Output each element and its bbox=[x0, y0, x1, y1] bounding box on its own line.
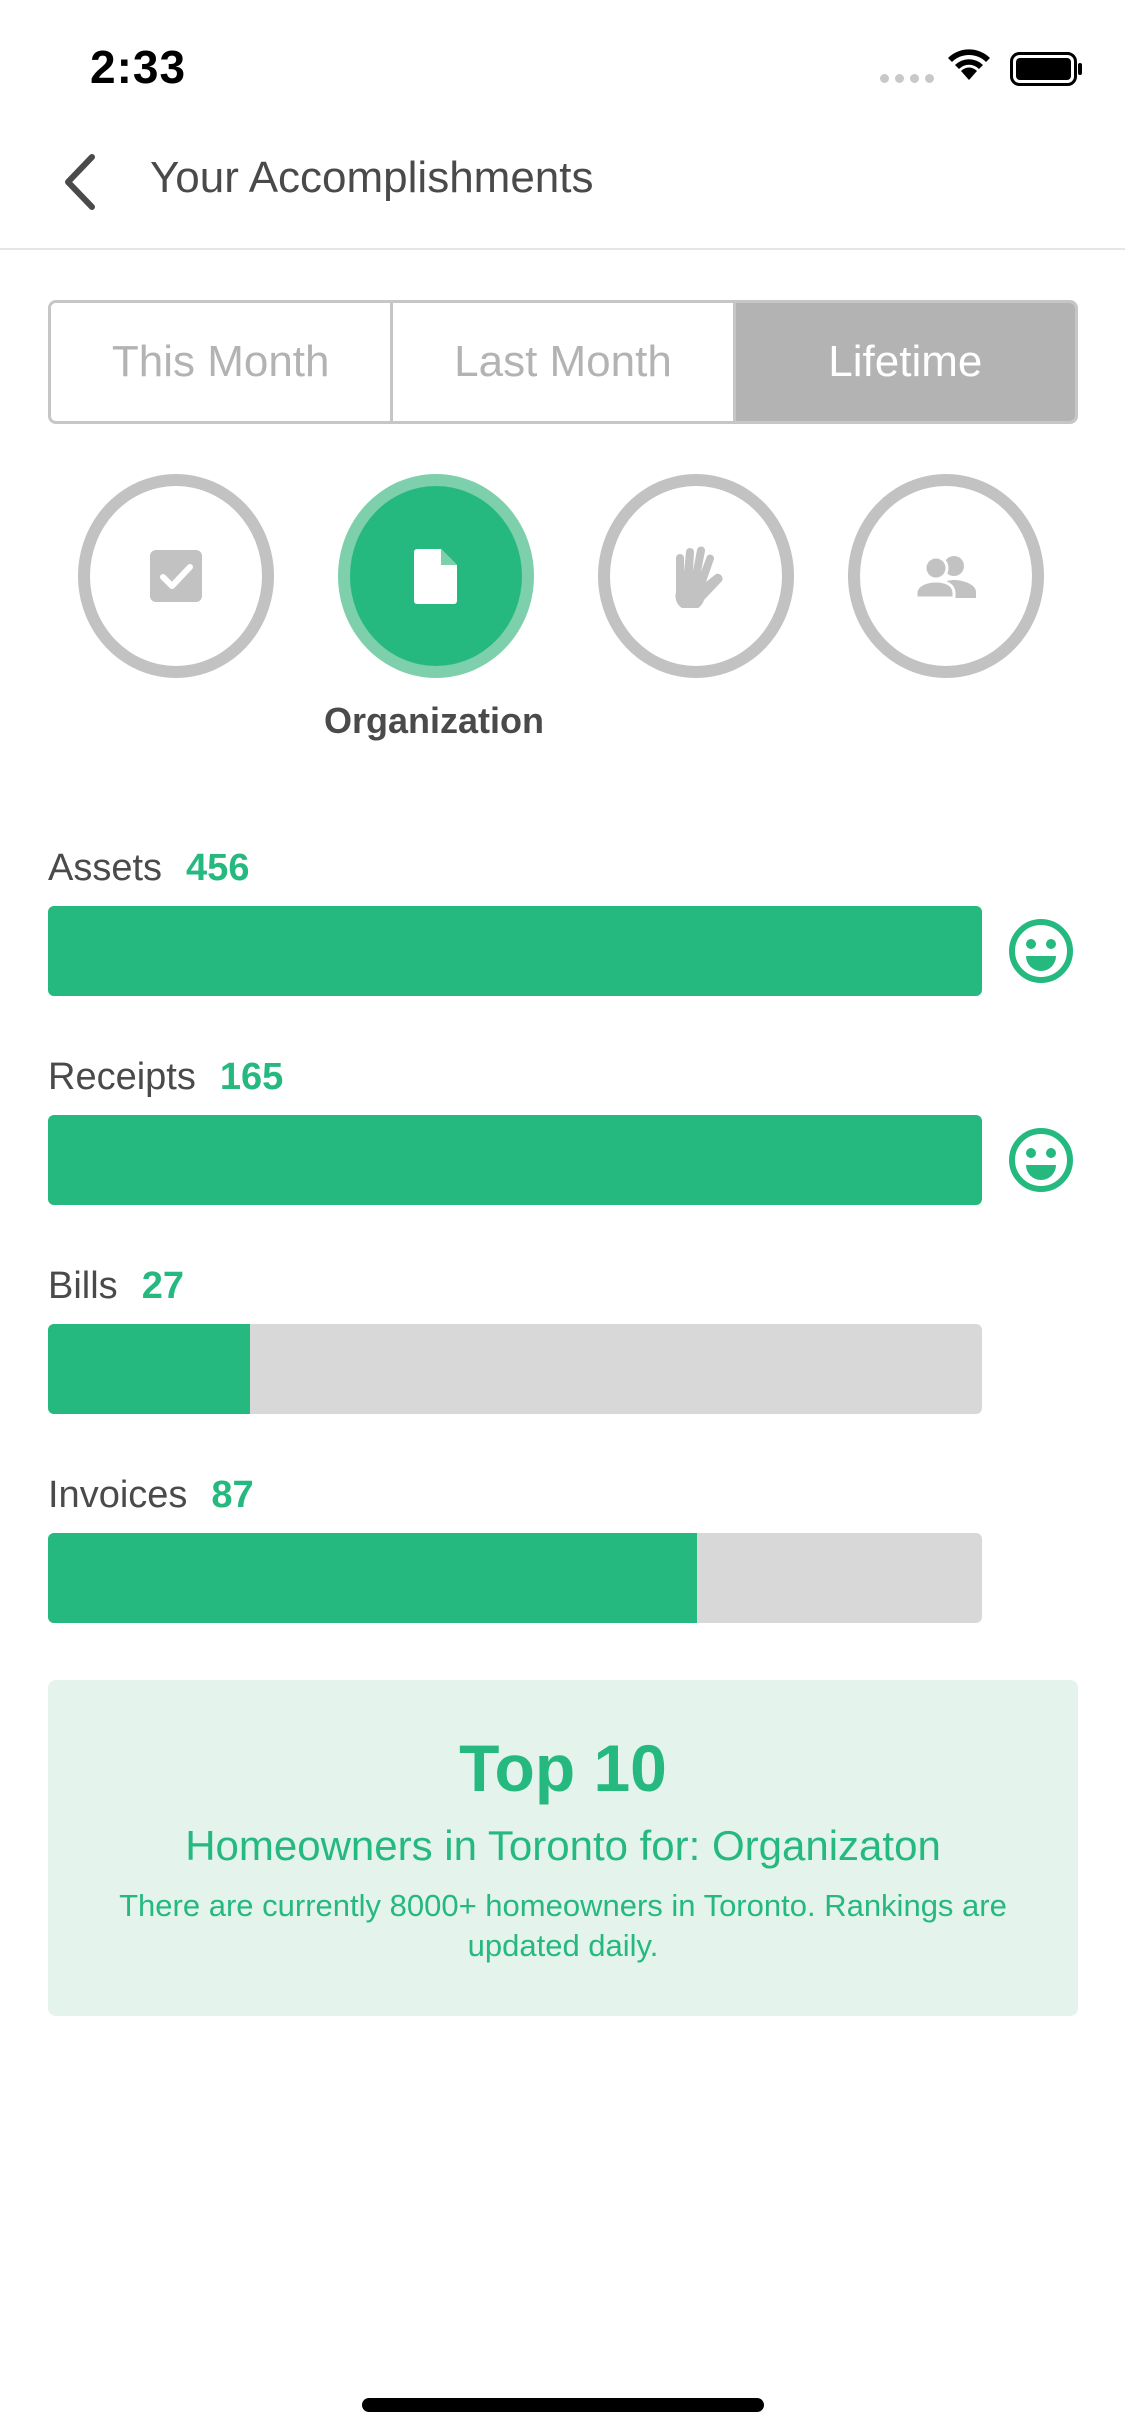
category-organization-button[interactable] bbox=[338, 474, 534, 678]
document-icon bbox=[414, 549, 457, 604]
stat-value: 165 bbox=[219, 1055, 284, 1098]
tab-this-month[interactable]: This Month bbox=[51, 303, 391, 421]
stat-label: Bills bbox=[48, 1264, 118, 1307]
people-icon bbox=[914, 555, 976, 600]
cellular-signal-icon bbox=[880, 74, 934, 83]
stat-label: Assets bbox=[48, 846, 163, 889]
stat-label: Receipts bbox=[48, 1055, 196, 1098]
ranking-subtitle: Homeowners in Toronto for: Organizaton bbox=[185, 1822, 941, 1869]
page-title: Your Accomplishments bbox=[150, 153, 594, 202]
stat-value: 27 bbox=[141, 1264, 184, 1307]
progress-bar-fill bbox=[48, 1533, 698, 1623]
period-segmented-control: This Month Last Month Lifetime bbox=[48, 300, 1078, 424]
stat-value: 456 bbox=[186, 846, 250, 889]
progress-bar bbox=[48, 1115, 982, 1205]
hand-icon bbox=[675, 546, 723, 608]
stat-bills: Bills 27 bbox=[48, 1256, 1078, 1414]
category-tasks-button[interactable] bbox=[78, 474, 274, 678]
ranking-note: There are currently 8000+ homeowners in … bbox=[119, 1888, 1007, 1964]
category-selector bbox=[0, 474, 1125, 684]
progress-bar bbox=[48, 1533, 982, 1623]
stat-assets: Assets 456 bbox=[48, 838, 1078, 996]
stat-value: 87 bbox=[211, 1473, 254, 1516]
status-time: 2:33 bbox=[90, 41, 187, 93]
progress-bar bbox=[48, 906, 982, 996]
checkbox-icon bbox=[150, 550, 202, 602]
selected-category-label: Organization bbox=[324, 700, 545, 741]
smiley-icon bbox=[1009, 919, 1073, 983]
category-social-button[interactable] bbox=[848, 474, 1044, 678]
status-bar: 2:33 bbox=[0, 0, 1125, 132]
smiley-icon bbox=[1009, 1128, 1073, 1192]
home-indicator[interactable] bbox=[362, 2398, 764, 2412]
progress-bar-fill bbox=[48, 1115, 982, 1205]
stat-receipts: Receipts 165 bbox=[48, 1047, 1078, 1205]
progress-bar-fill bbox=[48, 906, 982, 996]
ranking-title: Top 10 bbox=[459, 1731, 667, 1805]
tab-lifetime[interactable]: Lifetime bbox=[732, 303, 1075, 421]
stat-invoices: Invoices 87 bbox=[48, 1465, 1078, 1623]
navigation-bar: Your Accomplishments bbox=[0, 132, 1125, 250]
stat-label: Invoices bbox=[48, 1473, 188, 1516]
progress-bar bbox=[48, 1324, 982, 1414]
battery-icon bbox=[1010, 52, 1082, 86]
back-button[interactable] bbox=[40, 142, 120, 222]
category-community-button[interactable] bbox=[598, 474, 794, 678]
progress-bar-fill bbox=[48, 1324, 250, 1414]
chevron-left-icon bbox=[65, 154, 95, 210]
ranking-card: Top 10 Homeowners in Toronto for: Organi… bbox=[48, 1680, 1078, 2016]
wifi-icon bbox=[948, 49, 990, 80]
tab-last-month[interactable]: Last Month bbox=[390, 303, 733, 421]
